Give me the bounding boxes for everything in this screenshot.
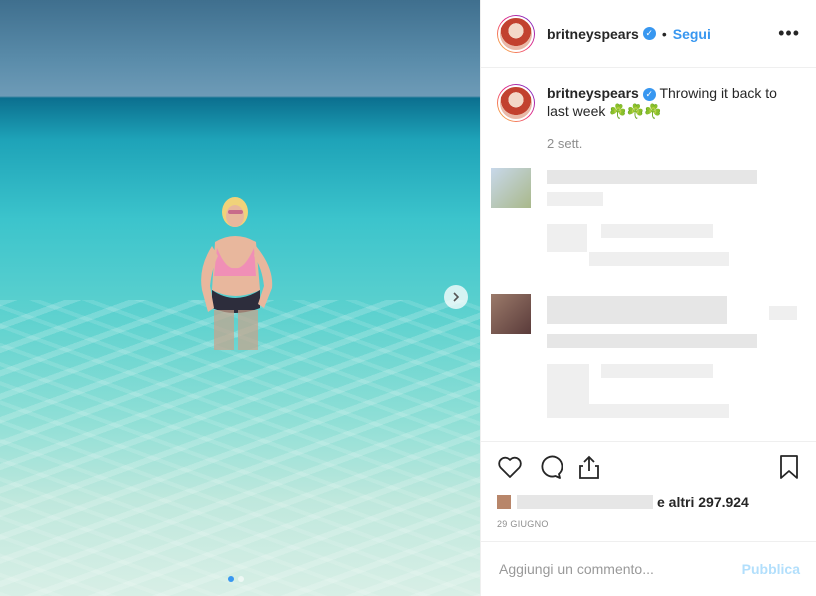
comments-list[interactable]: britneyspears ✓ Throwing it back to last … bbox=[481, 68, 816, 441]
verified-badge-icon: ✓ bbox=[642, 87, 656, 101]
blurred-comment bbox=[769, 306, 797, 320]
post-photo[interactable] bbox=[0, 0, 480, 596]
carousel-dots bbox=[228, 576, 244, 582]
caption: britneyspears ✓ Throwing it back to last … bbox=[497, 84, 800, 122]
blurred-comment bbox=[601, 364, 713, 378]
comment-input[interactable] bbox=[497, 560, 742, 578]
action-bar bbox=[481, 441, 816, 491]
blurred-comment bbox=[589, 404, 729, 418]
carousel-dot bbox=[228, 576, 234, 582]
blurred-comment bbox=[547, 192, 603, 206]
blurred-comment bbox=[547, 296, 727, 324]
avatar-image bbox=[498, 15, 534, 52]
blurred-comment bbox=[547, 364, 589, 418]
post-viewer: britneyspears ✓ • Segui ••• britneyspear… bbox=[0, 0, 816, 596]
caption-time: 2 sett. bbox=[547, 136, 583, 151]
blurred-username bbox=[517, 495, 653, 509]
heart-icon[interactable] bbox=[497, 455, 523, 479]
likes-row[interactable]: e altri 297.924 bbox=[481, 491, 816, 513]
blurred-avatar bbox=[491, 294, 531, 334]
header-username[interactable]: britneyspears bbox=[547, 26, 639, 42]
comment-icon[interactable] bbox=[537, 454, 563, 480]
blurred-comment bbox=[547, 224, 587, 252]
avatar[interactable] bbox=[497, 14, 535, 53]
blurred-avatar bbox=[497, 495, 511, 509]
caption-username[interactable]: britneyspears bbox=[547, 85, 639, 101]
publish-button[interactable]: Pubblica bbox=[742, 561, 800, 577]
person-figure bbox=[201, 197, 273, 350]
caption-avatar[interactable] bbox=[497, 84, 535, 122]
likes-count[interactable]: e altri 297.924 bbox=[657, 494, 749, 510]
bookmark-icon[interactable] bbox=[778, 454, 800, 480]
blurred-avatar bbox=[491, 168, 531, 208]
add-comment-bar: Pubblica bbox=[481, 541, 816, 596]
chevron-right-icon bbox=[453, 292, 460, 302]
caption-text: britneyspears ✓ Throwing it back to last … bbox=[547, 84, 777, 122]
blurred-comment bbox=[589, 252, 729, 266]
blurred-comment bbox=[601, 224, 713, 238]
post-header: britneyspears ✓ • Segui ••• bbox=[481, 0, 816, 68]
post-date: 29 GIUGNO bbox=[497, 519, 549, 529]
carousel-dot bbox=[238, 576, 244, 582]
post-sidebar: britneyspears ✓ • Segui ••• britneyspear… bbox=[480, 0, 816, 596]
separator: • bbox=[661, 25, 667, 42]
next-photo-button[interactable] bbox=[444, 285, 468, 309]
more-options-button[interactable]: ••• bbox=[778, 23, 800, 44]
verified-badge-icon: ✓ bbox=[642, 27, 656, 40]
share-icon[interactable] bbox=[577, 454, 601, 480]
avatar-image bbox=[498, 85, 534, 121]
follow-button[interactable]: Segui bbox=[673, 26, 711, 42]
blurred-comment bbox=[547, 334, 757, 348]
blurred-comment bbox=[547, 170, 757, 184]
